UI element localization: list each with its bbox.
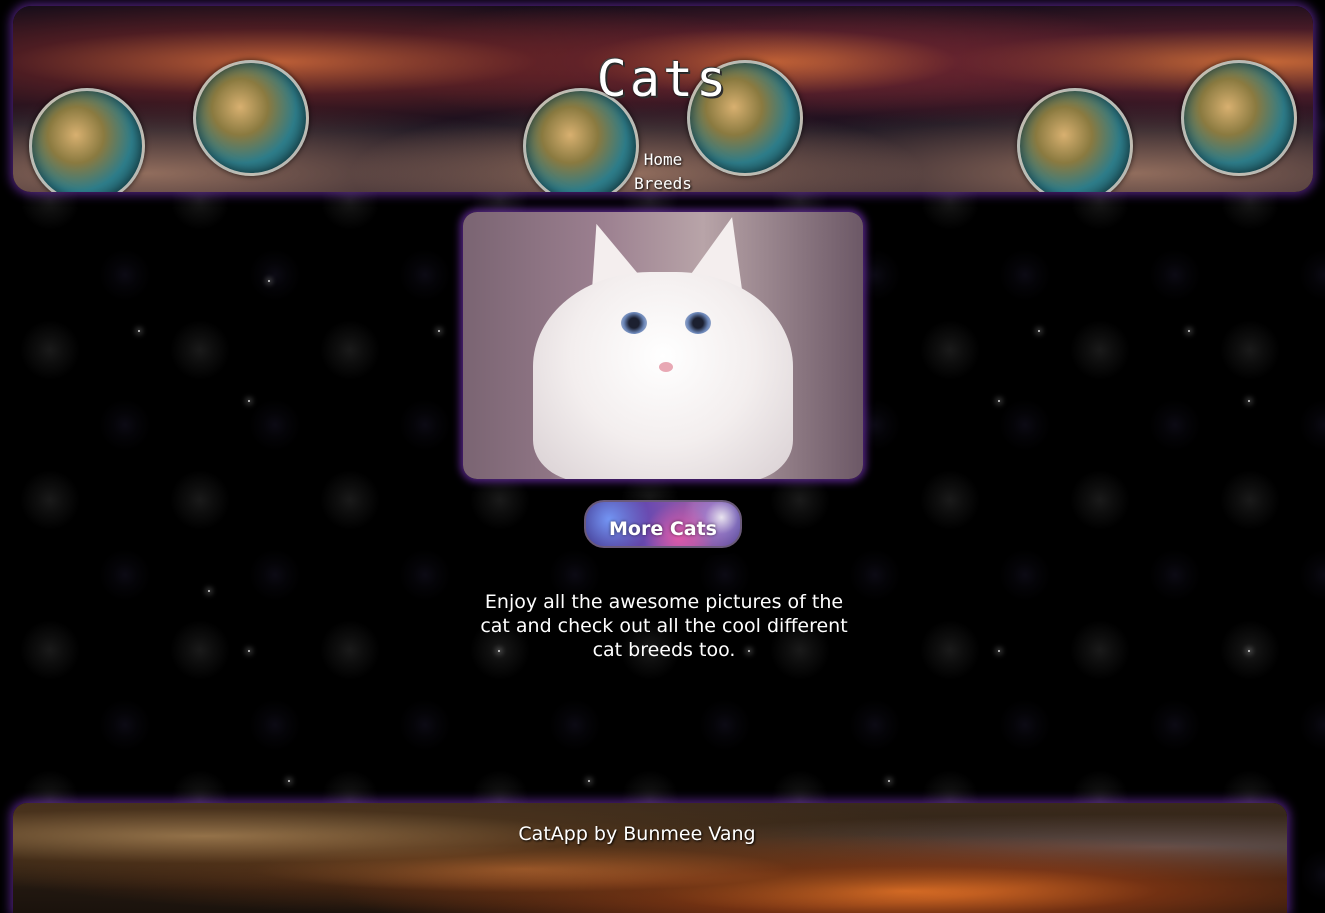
- cat-photo: [463, 212, 863, 479]
- more-cats-button[interactable]: More Cats: [584, 500, 742, 548]
- nav-link-breeds[interactable]: Breeds: [13, 172, 1313, 192]
- footer-credit-wrapper: CatApp by Bunmee Vang: [13, 823, 1287, 845]
- site-title: Cats: [596, 50, 730, 108]
- cat-eye-left: [621, 312, 647, 334]
- cat-body: [533, 272, 793, 479]
- site-header: Cats Home Breeds: [13, 6, 1313, 192]
- cat-nose: [659, 362, 673, 372]
- nav-link-home[interactable]: Home: [13, 148, 1313, 172]
- main-nav: Home Breeds: [13, 148, 1313, 192]
- cat-eye-right: [685, 312, 711, 334]
- site-footer: CatApp by Bunmee Vang: [13, 803, 1287, 913]
- footer-credit: CatApp by Bunmee Vang: [518, 823, 756, 845]
- intro-text: Enjoy all the awesome pictures of the ca…: [480, 591, 848, 661]
